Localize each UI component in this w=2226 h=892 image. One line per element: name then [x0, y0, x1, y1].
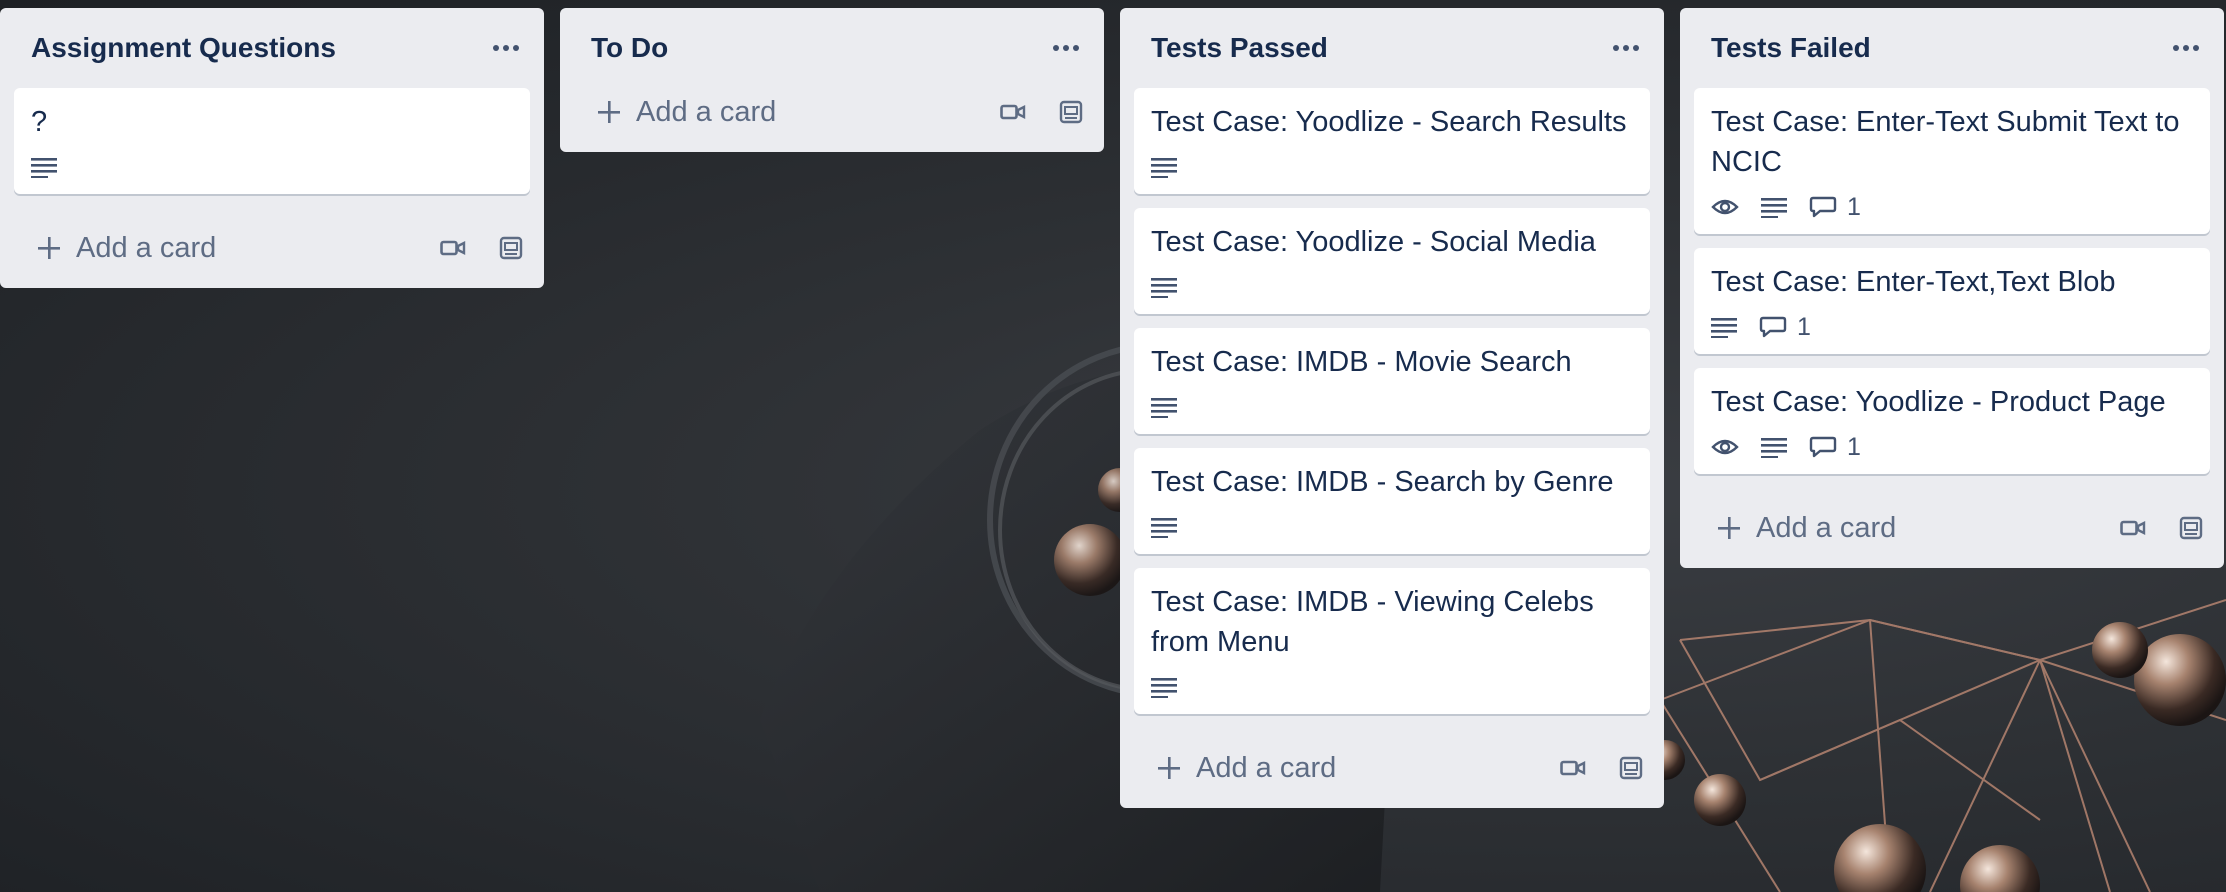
add-card-label: Add a card [636, 95, 777, 128]
list-tests-passed: Tests Passed Test Case: Yoodlize - Searc… [1120, 8, 1664, 808]
description-lines-icon [1151, 516, 1177, 538]
card-composer: Add a card [1694, 488, 2210, 568]
comment-bubble-icon [1809, 195, 1837, 219]
more-horizontal-icon[interactable] [1606, 28, 1646, 68]
card-badges [1151, 152, 1633, 182]
card[interactable]: Test Case: Yoodlize - Social Media [1134, 208, 1650, 314]
card-title: Test Case: IMDB - Search by Genre [1151, 466, 1614, 498]
card[interactable]: Test Case: IMDB - Movie Search [1134, 328, 1650, 434]
card[interactable]: Test Case: IMDB - Search by Genre [1134, 448, 1650, 554]
card-template-icon[interactable] [1056, 97, 1086, 127]
comment-count: 1 [1797, 312, 1811, 341]
video-camera-icon[interactable] [1558, 753, 1588, 783]
plus-icon [1156, 755, 1182, 781]
description-lines-icon [1151, 676, 1177, 698]
card-title: Test Case: Yoodlize - Search Results [1151, 106, 1627, 138]
description-lines-icon [1761, 436, 1787, 458]
card-title: Test Case: Enter-Text,Text Blob [1711, 266, 2116, 298]
card-badges [1151, 512, 1633, 542]
video-camera-icon[interactable] [998, 97, 1028, 127]
more-horizontal-icon[interactable] [1046, 28, 1086, 68]
list-to-do: To Do Add a card [560, 8, 1104, 152]
card-template-icon[interactable] [496, 233, 526, 263]
description-lines-icon [1761, 196, 1787, 218]
eye-icon [1711, 197, 1739, 217]
description-lines-icon [1151, 156, 1177, 178]
card-composer: Add a card [574, 72, 1090, 152]
comment-count-badge: 1 [1809, 433, 1861, 462]
list-title[interactable]: To Do [591, 32, 668, 64]
card[interactable]: Test Case: Yoodlize - Product Page 1 [1694, 368, 2210, 474]
add-card-button[interactable]: Add a card [596, 96, 776, 129]
list-title[interactable]: Tests Passed [1151, 32, 1328, 64]
add-card-button[interactable]: Add a card [1716, 512, 1896, 545]
list-header: Assignment Questions [14, 8, 530, 88]
card[interactable]: Test Case: IMDB - Viewing Celebs from Me… [1134, 568, 1650, 714]
add-card-label: Add a card [76, 231, 217, 264]
plus-icon [36, 235, 62, 261]
add-card-label: Add a card [1196, 751, 1337, 784]
comment-count: 1 [1847, 192, 1861, 221]
card-title: Test Case: IMDB - Movie Search [1151, 346, 1572, 378]
card-composer: Add a card [14, 208, 530, 288]
card-badges: 1 [1711, 432, 2193, 462]
video-camera-icon[interactable] [2118, 513, 2148, 543]
card[interactable]: Test Case: Yoodlize - Search Results [1134, 88, 1650, 194]
board: Assignment Questions ? Add a card To Do … [0, 0, 2226, 892]
list-title[interactable]: Tests Failed [1711, 32, 1871, 64]
comment-count: 1 [1847, 432, 1861, 461]
card[interactable]: Test Case: Enter-Text Submit Text to NCI… [1694, 88, 2210, 234]
card-title: Test Case: Enter-Text Submit Text to NCI… [1711, 106, 2180, 178]
card-badges [31, 152, 513, 182]
description-lines-icon [31, 156, 57, 178]
more-horizontal-icon[interactable] [2166, 28, 2206, 68]
description-lines-icon [1151, 396, 1177, 418]
card-title: Test Case: Yoodlize - Social Media [1151, 226, 1596, 258]
card-template-icon[interactable] [2176, 513, 2206, 543]
eye-icon [1711, 437, 1739, 457]
add-card-button[interactable]: Add a card [36, 232, 216, 265]
card-badges [1151, 392, 1633, 422]
card-badges: 1 [1711, 192, 2193, 222]
list-header: Tests Failed [1694, 8, 2210, 88]
add-card-button[interactable]: Add a card [1156, 752, 1336, 785]
card-title: Test Case: IMDB - Viewing Celebs from Me… [1151, 586, 1594, 658]
video-camera-icon[interactable] [438, 233, 468, 263]
card-badges: 1 [1711, 312, 2193, 342]
card[interactable]: ? [14, 88, 530, 194]
card-template-icon[interactable] [1616, 753, 1646, 783]
comment-bubble-icon [1759, 315, 1787, 339]
list-assignment-questions: Assignment Questions ? Add a card [0, 8, 544, 288]
card-composer: Add a card [1134, 728, 1650, 808]
card-title: ? [31, 106, 48, 138]
list-tests-failed: Tests Failed Test Case: Enter-Text Submi… [1680, 8, 2224, 568]
comment-count-badge: 1 [1809, 193, 1861, 222]
card-badges [1151, 672, 1633, 702]
card-badges [1151, 272, 1633, 302]
more-horizontal-icon[interactable] [486, 28, 526, 68]
description-lines-icon [1151, 276, 1177, 298]
plus-icon [596, 99, 622, 125]
plus-icon [1716, 515, 1742, 541]
list-title[interactable]: Assignment Questions [31, 32, 336, 64]
add-card-label: Add a card [1756, 511, 1897, 544]
description-lines-icon [1711, 316, 1737, 338]
card-title: Test Case: Yoodlize - Product Page [1711, 386, 2166, 418]
list-header: Tests Passed [1134, 8, 1650, 88]
card[interactable]: Test Case: Enter-Text,Text Blob 1 [1694, 248, 2210, 354]
comment-count-badge: 1 [1759, 313, 1811, 342]
comment-bubble-icon [1809, 435, 1837, 459]
